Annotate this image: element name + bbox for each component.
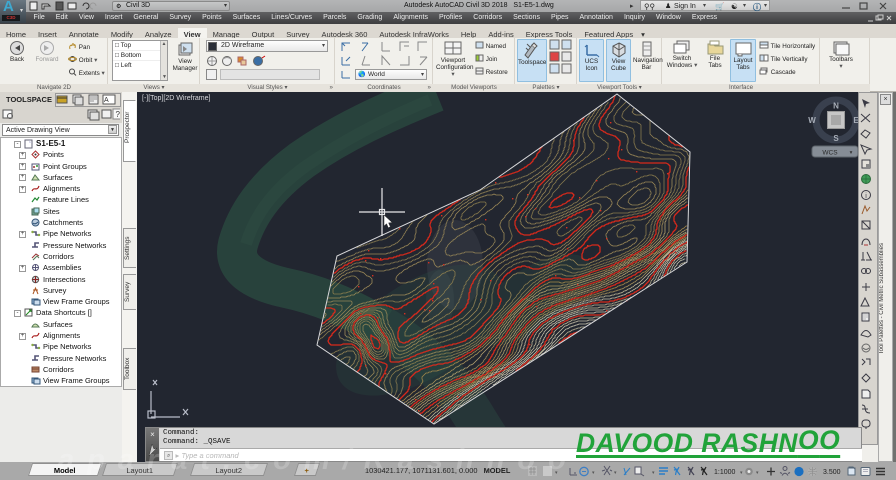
svg-text:▾: ▾ <box>614 470 617 476</box>
svg-text:W: W <box>808 116 816 125</box>
svg-text:▾: ▾ <box>740 470 743 476</box>
svg-text:▾: ▾ <box>652 470 655 476</box>
svg-text:N: N <box>833 102 839 111</box>
svg-text:▾: ▾ <box>592 470 595 476</box>
svg-text:1:1000: 1:1000 <box>714 469 736 476</box>
svg-text:?: ? <box>116 110 121 119</box>
svg-text:▾: ▾ <box>850 150 853 156</box>
svg-text:WCS: WCS <box>822 150 838 157</box>
svg-text:▾: ▾ <box>756 470 759 476</box>
svg-text:A: A <box>104 97 109 104</box>
svg-text:S: S <box>833 134 839 143</box>
svg-text:3.500: 3.500 <box>823 469 841 476</box>
